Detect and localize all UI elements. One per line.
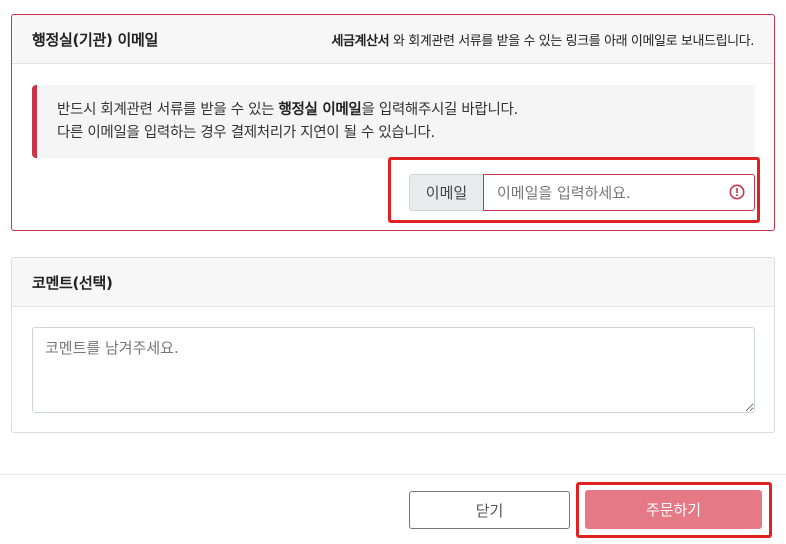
email-input-group: 이메일 xyxy=(409,174,755,211)
comment-card-title: 코멘트(선택) xyxy=(32,273,113,292)
email-card-hint: 세금계산서 와 회계관련 서류를 받을 수 있는 링크를 아래 이메일로 보내드… xyxy=(331,30,754,49)
comment-card: 코멘트(선택) xyxy=(11,257,775,433)
notice-text-a: 반드시 회계관련 서류를 받을 수 있는 xyxy=(57,102,279,118)
email-notice: 반드시 회계관련 서류를 받을 수 있는 행정실 이메일을 입력해주시길 바랍니… xyxy=(32,85,755,158)
email-card: 행정실(기관) 이메일 세금계산서 와 회계관련 서류를 받을 수 있는 링크를… xyxy=(11,14,775,231)
order-modal: 행정실(기관) 이메일 세금계산서 와 회계관련 서류를 받을 수 있는 링크를… xyxy=(0,0,786,544)
close-button[interactable]: 닫기 xyxy=(409,491,570,529)
email-input-wrapper xyxy=(483,174,755,211)
hint-text: 와 회계관련 서류를 받을 수 있는 링크를 아래 이메일로 보내드립니다. xyxy=(389,33,754,49)
email-label: 이메일 xyxy=(409,174,483,211)
notice-line-1: 반드시 회계관련 서류를 받을 수 있는 행정실 이메일을 입력해주시길 바랍니… xyxy=(57,99,755,122)
notice-bold: 행정실 이메일 xyxy=(278,102,362,118)
comment-card-header: 코멘트(선택) xyxy=(12,258,774,307)
email-card-title: 행정실(기관) 이메일 xyxy=(32,30,159,49)
order-button[interactable]: 주문하기 xyxy=(585,490,762,529)
exclamation-circle-icon xyxy=(729,184,745,200)
notice-line-2: 다른 이메일을 입력하는 경우 결제처리가 지연이 될 수 있습니다. xyxy=(57,125,435,141)
notice-text-b: 을 입력해주시길 바랍니다. xyxy=(361,102,518,118)
email-input[interactable] xyxy=(483,174,755,211)
footer-divider xyxy=(0,474,786,475)
comment-textarea[interactable] xyxy=(32,327,755,413)
hint-bold: 세금계산서 xyxy=(331,33,390,49)
email-card-header: 행정실(기관) 이메일 세금계산서 와 회계관련 서류를 받을 수 있는 링크를… xyxy=(12,15,774,64)
